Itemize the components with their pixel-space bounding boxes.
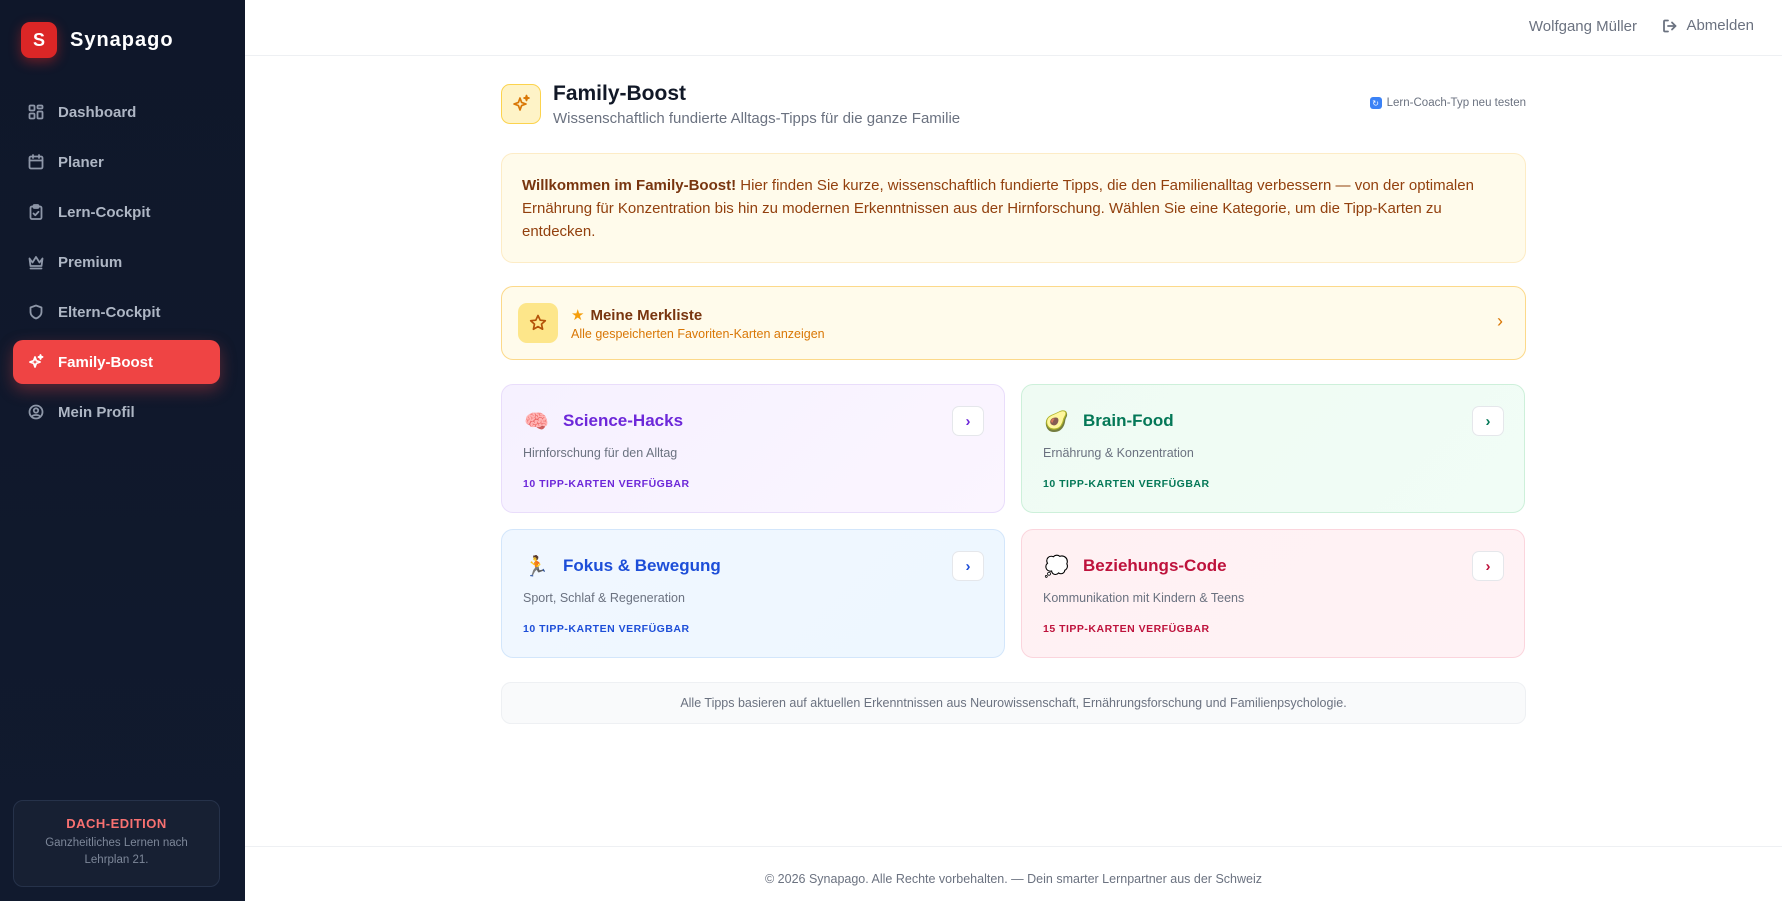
page-subtitle: Wissenschaftlich fundierte Alltags-Tipps… [553,110,961,127]
logout-button[interactable]: Abmelden [1662,17,1754,34]
merkliste-subtitle: Alle gespeicherten Favoriten-Karten anze… [571,327,825,341]
category-title: Science-Hacks [563,411,684,430]
clipboard-icon [29,204,43,220]
main-content: Family-Boost Wissenschaftlich fundierte … [501,56,1526,724]
category-subtitle: Ernährung & Konzentration [1043,446,1194,460]
sidebar-item-lern-cockpit[interactable]: Lern-Cockpit [13,190,220,234]
chevron-right-icon: › [1497,311,1503,331]
avocado-icon: 🥑 [1044,411,1069,433]
page-title: Family-Boost [553,82,687,105]
sidebar-item-planer[interactable]: Planer [13,140,220,184]
category-count: 10 TIPP-KARTEN VERFÜGBAR [1043,478,1210,490]
sidebar-nav: Dashboard Planer Lern-Cockpit Premium El… [13,90,220,440]
grid-icon [28,104,44,120]
category-title: Fokus & Bewegung [563,556,721,575]
merkliste-title: Meine Merkliste [590,306,703,324]
calendar-icon [28,154,44,170]
logout-label: Abmelden [1686,17,1754,34]
brain-icon: 🧠 [524,411,549,433]
footer: © 2026 Synapago. Alle Rechte vorbehalten… [245,846,1782,901]
sidebar-item-mein-profil[interactable]: Mein Profil [13,390,220,434]
sparkles-icon [29,354,44,368]
retest-coach-type-link[interactable]: ↻ Lern-Coach-Typ neu testen [1369,97,1526,109]
category-title: Beziehungs-Code [1083,556,1227,575]
shield-icon [29,304,43,320]
category-subtitle: Kommunikation mit Kindern & Teens [1043,591,1245,605]
category-subtitle: Hirnforschung für den Alltag [523,446,678,460]
sidebar-item-label: Family-Boost [58,353,154,371]
topbar: Wolfgang Müller Abmelden [245,0,1782,56]
refresh-icon: ↻ [1369,97,1382,109]
star-outline-icon [518,303,558,343]
brand[interactable]: S Synapago [21,22,174,58]
sidebar-item-label: Premium [58,253,123,271]
family-boost-icon [501,84,541,124]
edition-box: DACH-EDITION Ganzheitliches Lernen nach … [13,800,220,887]
retest-label: Lern-Coach-Typ neu testen [1386,97,1526,109]
sidebar-item-label: Lern-Cockpit [58,203,151,221]
chevron-right-button[interactable]: › [1472,551,1504,581]
chevron-right-button[interactable]: › [1472,406,1504,436]
category-card-brain-food[interactable]: 🥑 Brain-Food Ernährung & Konzentration 1… [1021,384,1525,513]
user-name[interactable]: Wolfgang Müller [1529,18,1637,35]
category-card-fokus-bewegung[interactable]: 🏃 Fokus & Bewegung Sport, Schlaf & Regen… [501,529,1005,658]
info-note: Alle Tipps basieren auf aktuellen Erkenn… [501,682,1526,724]
sidebar-item-eltern-cockpit[interactable]: Eltern-Cockpit [13,290,220,334]
merkliste-card[interactable]: ★ Meine Merkliste Alle gespeicherten Fav… [501,286,1526,360]
category-card-beziehungs-code[interactable]: 💭 Beziehungs-Code Kommunikation mit Kind… [1021,529,1525,658]
sidebar-item-label: Dashboard [58,103,137,121]
runner-icon: 🏃 [524,556,549,578]
page-header: Family-Boost Wissenschaftlich fundierte … [501,56,1526,132]
category-count: 10 TIPP-KARTEN VERFÜGBAR [523,623,690,635]
brand-logo: S [21,22,57,58]
logout-icon [1663,19,1677,32]
category-card-science-hacks[interactable]: 🧠 Science-Hacks Hirnforschung für den Al… [501,384,1005,513]
edition-title: DACH-EDITION [66,816,167,831]
speech-bubble-icon: 💭 [1044,556,1069,578]
welcome-bold: Willkommen im Family-Boost! [522,177,737,194]
sidebar: S Synapago Dashboard Planer Lern-Cockpit… [0,0,245,901]
edition-subtitle: Ganzheitliches Lernen nach Lehrplan 21. [45,837,188,866]
chevron-right-button[interactable]: › [952,551,984,581]
sparkles-icon [513,94,530,111]
sidebar-item-dashboard[interactable]: Dashboard [13,90,220,134]
category-title: Brain-Food [1083,411,1174,430]
sidebar-item-label: Eltern-Cockpit [58,303,161,321]
star-icon: ★ [571,307,585,324]
brand-name: Synapago [70,28,174,51]
sidebar-item-label: Mein Profil [58,403,135,421]
user-circle-icon [28,404,44,420]
crown-icon [28,256,44,270]
sidebar-item-label: Planer [58,153,104,171]
merkliste-title-row: ★ Meine Merkliste [571,306,703,325]
chevron-right-button[interactable]: › [952,406,984,436]
category-count: 15 TIPP-KARTEN VERFÜGBAR [1043,623,1210,635]
category-subtitle: Sport, Schlaf & Regeneration [523,591,685,605]
welcome-banner: Willkommen im Family-Boost! Hier finden … [501,153,1526,263]
category-count: 10 TIPP-KARTEN VERFÜGBAR [523,478,690,490]
sidebar-item-premium[interactable]: Premium [13,240,220,284]
sidebar-item-family-boost[interactable]: Family-Boost [13,340,220,384]
